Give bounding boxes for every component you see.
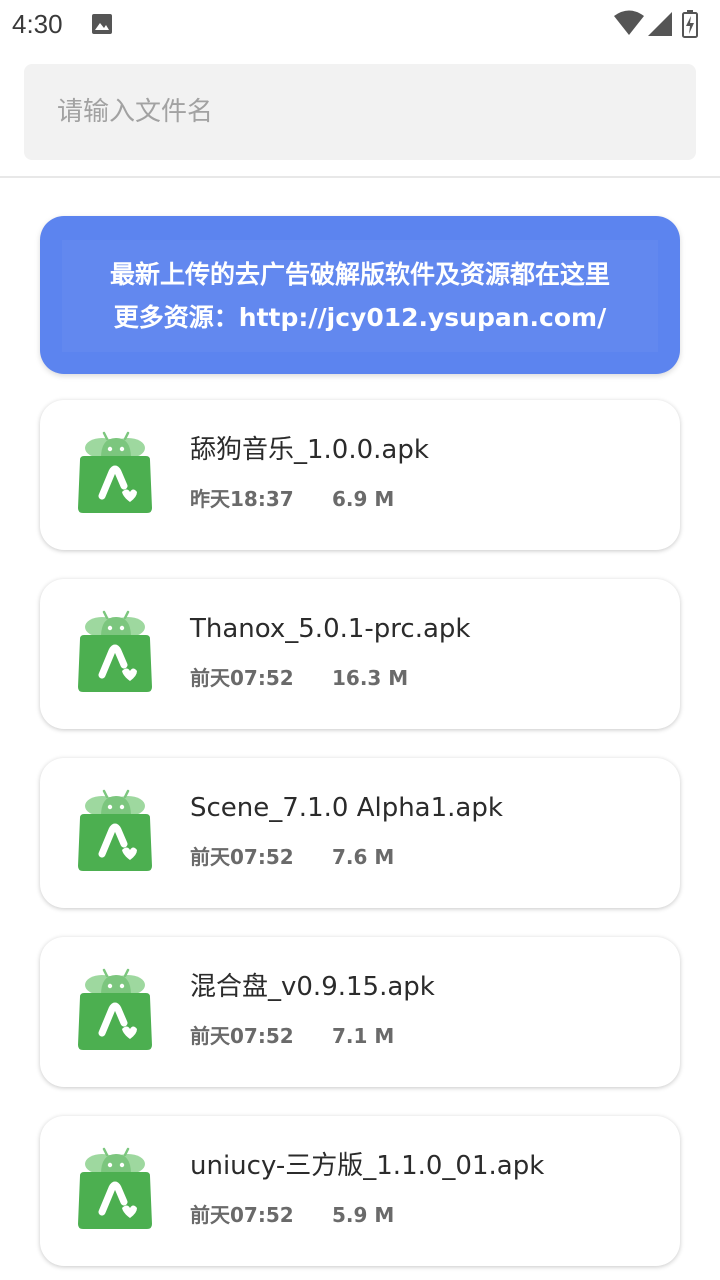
apk-android-icon — [78, 789, 152, 871]
file-date: 前天07:52 — [190, 845, 294, 869]
apk-android-icon — [78, 1147, 152, 1229]
search-bar — [0, 48, 720, 178]
file-date: 前天07:52 — [190, 1024, 294, 1048]
apk-android-icon — [78, 968, 152, 1050]
file-name: Thanox_5.0.1-prc.apk — [190, 614, 471, 644]
file-card[interactable]: Scene_7.1.0 Alpha1.apk 前天07:52 7.6 M — [40, 758, 680, 908]
status-bar: 4:30 — [0, 0, 720, 48]
file-size: 7.1 M — [332, 1024, 395, 1048]
file-card[interactable]: 混合盘_v0.9.15.apk 前天07:52 7.1 M — [40, 937, 680, 1087]
status-time: 4:30 — [12, 9, 63, 39]
image-icon — [92, 14, 112, 34]
file-size: 7.6 M — [332, 845, 395, 869]
file-date: 昨天18:37 — [190, 487, 294, 511]
file-name: Scene_7.1.0 Alpha1.apk — [190, 793, 503, 823]
file-size: 16.3 M — [332, 666, 409, 690]
file-name: 舔狗音乐_1.0.0.apk — [190, 435, 429, 465]
banner-text-line2: 更多资源：http://jcy012.ysupan.com/ — [113, 303, 607, 332]
file-name: 混合盘_v0.9.15.apk — [190, 972, 435, 1002]
banner-content: 最新上传的去广告破解版软件及资源都在这里 更多资源：http://jcy012.… — [62, 240, 658, 352]
apk-android-icon — [78, 431, 152, 513]
battery-charging-icon — [682, 10, 698, 38]
file-date: 前天07:52 — [190, 666, 294, 690]
file-card[interactable]: uniucy-三方版_1.1.0_01.apk 前天07:52 5.9 M — [40, 1116, 680, 1266]
search-box[interactable] — [24, 64, 696, 160]
apk-android-icon — [78, 610, 152, 692]
signal-icon — [648, 12, 672, 36]
file-name: uniucy-三方版_1.1.0_01.apk — [190, 1151, 545, 1181]
file-size: 5.9 M — [332, 1203, 395, 1227]
banner-text-line1: 最新上传的去广告破解版软件及资源都在这里 — [109, 260, 610, 289]
file-card[interactable]: Thanox_5.0.1-prc.apk 前天07:52 16.3 M — [40, 579, 680, 729]
file-card[interactable]: 舔狗音乐_1.0.0.apk 昨天18:37 6.9 M — [40, 400, 680, 550]
file-size: 6.9 M — [332, 487, 395, 511]
search-input[interactable] — [24, 64, 696, 160]
file-date: 前天07:52 — [190, 1203, 294, 1227]
announcement-banner[interactable]: 最新上传的去广告破解版软件及资源都在这里 更多资源：http://jcy012.… — [40, 216, 680, 374]
wifi-icon — [614, 10, 644, 35]
